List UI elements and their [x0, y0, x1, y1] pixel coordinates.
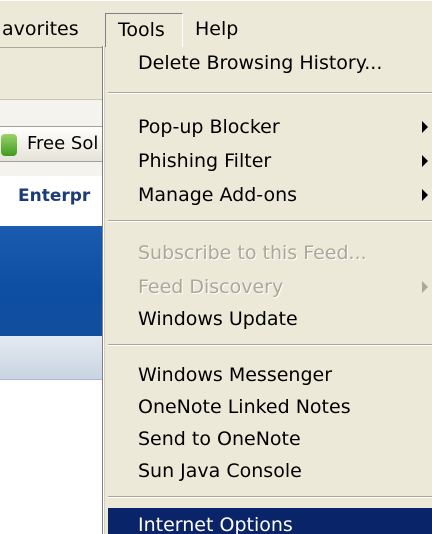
menu-item-feed-discovery[interactable]: Feed Discovery — [108, 270, 432, 304]
page-nav-band — [0, 336, 110, 380]
tools-dropdown-menu: Delete Browsing History... Pop-up Blocke… — [103, 46, 432, 534]
menu-item-send-to-onenote[interactable]: Send to OneNote — [108, 422, 432, 456]
menu-item-label: Sun Java Console — [138, 460, 302, 482]
menu-bar: avorites Tools Help — [0, 0, 432, 48]
menu-item-label: Send to OneNote — [138, 428, 301, 450]
menu-item-manage-addons[interactable]: Manage Add-ons — [108, 178, 432, 212]
toolbar-link-label: Free Sol — [27, 133, 99, 154]
menu-item-label: Windows Messenger — [138, 364, 333, 386]
menu-item-windows-update[interactable]: Windows Update — [108, 302, 432, 336]
submenu-arrow-icon — [422, 155, 428, 167]
menu-separator — [108, 344, 432, 346]
menu-item-label: Manage Add-ons — [138, 184, 298, 206]
links-bar — [0, 48, 110, 100]
menu-item-label: OneNote Linked Notes — [138, 396, 351, 418]
menu-favorites[interactable]: avorites — [0, 13, 79, 47]
menu-item-label: Internet Options — [138, 514, 293, 534]
menu-item-label: Subscribe to this Feed... — [138, 242, 367, 264]
menu-item-label: Feed Discovery — [138, 276, 284, 298]
menu-item-label: Phishing Filter — [138, 150, 272, 172]
menu-item-sun-java-console[interactable]: Sun Java Console — [108, 454, 432, 488]
submenu-arrow-icon — [422, 189, 428, 201]
favicon-icon — [1, 134, 17, 156]
page-header-text[interactable]: Enterpr — [18, 186, 90, 206]
menu-item-popup-blocker[interactable]: Pop-up Blocker — [108, 110, 432, 144]
menu-item-delete-browsing-history[interactable]: Delete Browsing History... — [108, 46, 432, 80]
menu-item-windows-messenger[interactable]: Windows Messenger — [108, 358, 432, 392]
menu-tools[interactable]: Tools — [105, 13, 183, 47]
menu-item-label: Pop-up Blocker — [138, 116, 280, 138]
menu-item-subscribe-feed[interactable]: Subscribe to this Feed... — [108, 236, 432, 270]
menu-separator — [108, 92, 432, 94]
menu-item-onenote-linked-notes[interactable]: OneNote Linked Notes — [108, 390, 432, 424]
submenu-arrow-icon — [422, 281, 428, 293]
menu-item-label: Windows Update — [138, 308, 298, 330]
menu-item-phishing-filter[interactable]: Phishing Filter — [108, 144, 432, 178]
menu-separator — [108, 496, 432, 498]
page-body — [0, 380, 110, 534]
menu-item-label: Delete Browsing History... — [138, 52, 383, 74]
page-banner — [0, 226, 110, 336]
submenu-arrow-icon — [422, 121, 428, 133]
menu-item-internet-options[interactable]: Internet Options — [108, 508, 432, 534]
menu-separator — [108, 220, 432, 222]
menu-help[interactable]: Help — [195, 13, 238, 47]
